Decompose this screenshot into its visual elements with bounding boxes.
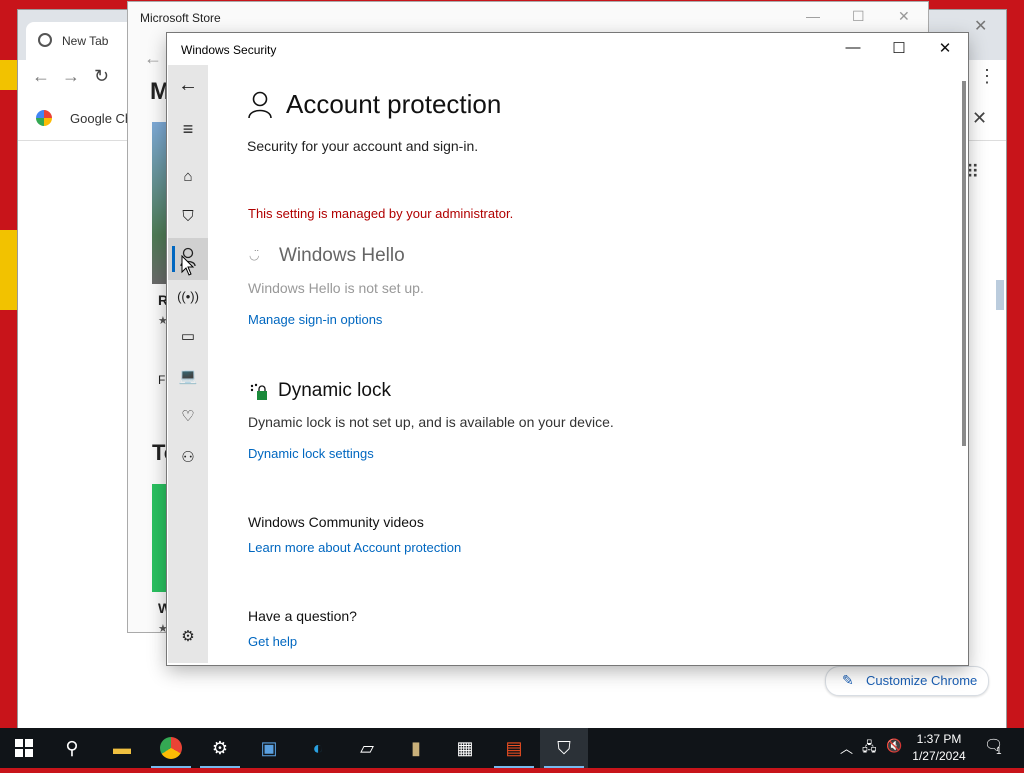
desktop-stripe: [0, 230, 18, 310]
community-videos-heading: Windows Community videos: [248, 514, 424, 530]
chrome-scrollbar[interactable]: [996, 280, 1004, 310]
chrome-close-icon[interactable]: ✕: [974, 16, 987, 36]
close-icon[interactable]: ✕: [930, 39, 960, 57]
chrome-reload-icon[interactable]: ↻: [94, 66, 109, 87]
page-subtitle: Security for your account and sign-in.: [247, 138, 479, 154]
windows-security-taskbar-icon[interactable]: ⛉: [540, 728, 588, 768]
chrome-taskbar-icon[interactable]: [147, 728, 195, 768]
nav-selected-indicator: [172, 246, 175, 272]
taskbar: ⚲ ▬ ⚙ ▣ ◐ ▱ ▮ ▦ ▤ ⛉ ︿ 🖧 🔇 1:37 PM 1/27/2…: [0, 728, 1024, 768]
calculator-icon[interactable]: ▦: [441, 728, 489, 768]
store-maximize-icon[interactable]: ☐: [852, 8, 865, 25]
volume-muted-icon[interactable]: 🔇: [886, 738, 902, 754]
bookmark-close-icon[interactable]: ✕: [972, 108, 987, 129]
windows-hello-icon: ◡̈: [249, 248, 260, 262]
dynamic-lock-icon: [250, 383, 267, 400]
settings-icon[interactable]: ⚙: [177, 626, 199, 648]
customize-chrome-label: Customize Chrome: [866, 673, 978, 688]
learn-more-link[interactable]: Learn more about Account protection: [248, 540, 461, 555]
home-icon[interactable]: ⌂: [177, 166, 199, 188]
admin-notice: This setting is managed by your administ…: [248, 206, 514, 221]
mouse-cursor-icon: [181, 255, 195, 276]
store-minimize-icon[interactable]: —: [806, 8, 820, 24]
archive-icon[interactable]: ▮: [392, 728, 440, 768]
chrome-back-icon[interactable]: ←: [32, 66, 50, 87]
chrome-menu-icon[interactable]: ⋮: [978, 66, 996, 87]
file-explorer-icon[interactable]: ▬: [98, 728, 146, 768]
security-scrollbar[interactable]: [962, 81, 966, 446]
security-nav-rail: [168, 65, 208, 663]
windows-hello-status: Windows Hello is not set up.: [248, 280, 424, 296]
store-app-subtitle: F: [158, 373, 166, 387]
shield-icon[interactable]: ⛉: [177, 206, 199, 228]
customize-chrome-button[interactable]: ✎ Customize Chrome: [825, 666, 989, 696]
back-arrow-icon[interactable]: ←: [177, 74, 199, 96]
menu-icon[interactable]: ≡: [177, 118, 199, 140]
manage-sign-in-options-link[interactable]: Manage sign-in options: [248, 312, 382, 327]
book-icon[interactable]: ▱: [343, 728, 391, 768]
chrome-tab[interactable]: New Tab: [26, 22, 136, 60]
edge-icon[interactable]: ◐: [294, 728, 342, 768]
network-icon[interactable]: ((•)): [177, 286, 199, 308]
health-icon[interactable]: ♡: [177, 406, 199, 428]
store-close-icon[interactable]: ✕: [898, 8, 910, 25]
minimize-icon[interactable]: —: [838, 39, 868, 56]
maximize-icon[interactable]: ☐: [884, 39, 914, 57]
store-window-title: Microsoft Store: [140, 11, 221, 25]
windows-security-window[interactable]: Windows Security — ☐ ✕ ← ≡ ⌂ ⛉ ((•)) ▭ 💻…: [167, 33, 968, 665]
page-title: Account protection: [286, 89, 502, 119]
chrome-tab-icon: [38, 33, 52, 47]
dynamic-lock-status: Dynamic lock is not set up, and is avail…: [248, 414, 614, 430]
windows-hello-title: Windows Hello: [279, 245, 405, 266]
chrome-tab-title: New Tab: [62, 34, 109, 48]
dynamic-lock-settings-link[interactable]: Dynamic lock settings: [248, 446, 374, 461]
search-icon[interactable]: ⚲: [48, 728, 96, 768]
app-browser-icon[interactable]: ▭: [177, 326, 199, 348]
clock-date: 1/27/2024: [912, 749, 966, 763]
desktop-stripe: [0, 60, 18, 90]
pencil-icon: ✎: [842, 672, 854, 688]
help-heading: Have a question?: [248, 608, 357, 624]
control-panel-icon[interactable]: ▣: [245, 728, 293, 768]
network-tray-icon[interactable]: 🖧: [862, 738, 877, 760]
security-window-title: Windows Security: [181, 43, 277, 57]
settings-taskbar-icon[interactable]: ⚙: [196, 728, 244, 768]
device-security-icon[interactable]: 💻: [177, 366, 199, 388]
microsoft-store-taskbar-icon[interactable]: ▤: [490, 728, 538, 768]
notification-count: 1: [996, 746, 1002, 757]
dynamic-lock-title: Dynamic lock: [278, 380, 391, 401]
family-icon[interactable]: ⚇: [177, 447, 199, 469]
google-icon: [36, 110, 52, 126]
chrome-bookmark-item[interactable]: Google Ch: [70, 111, 132, 126]
system-clock[interactable]: 1:37 PM 1/27/2024: [904, 731, 974, 765]
clock-time: 1:37 PM: [916, 732, 962, 746]
show-hidden-icons-icon[interactable]: ︿: [840, 738, 853, 757]
start-windows-icon[interactable]: [0, 728, 48, 768]
account-protection-icon: [248, 91, 272, 119]
get-help-link[interactable]: Get help: [248, 634, 297, 649]
chrome-forward-icon[interactable]: →: [62, 66, 80, 87]
store-back-icon[interactable]: ←: [144, 48, 162, 69]
